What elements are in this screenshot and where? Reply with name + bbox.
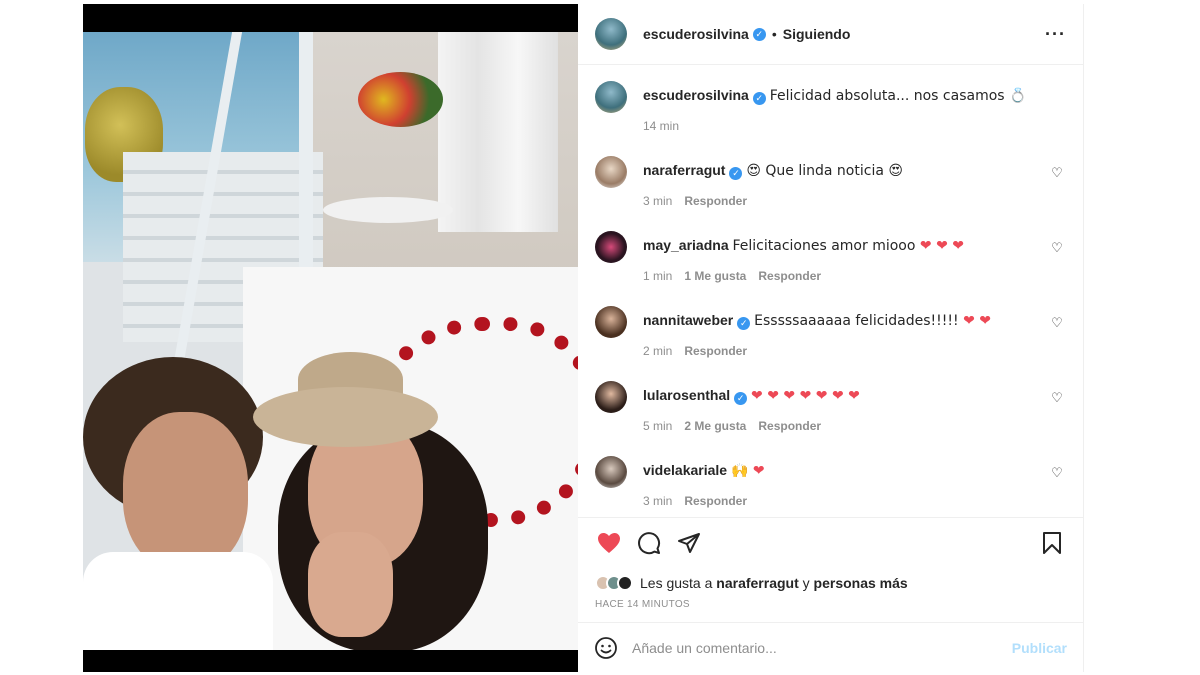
post-photo[interactable] [83,32,578,650]
post-side-panel: escuderosilvina ✓ • Siguiendo ··· escude… [578,4,1084,672]
heart-filled-icon [598,532,620,553]
reply-button[interactable]: Responder [684,344,747,358]
like-comment-heart-icon[interactable]: ♡ [1050,166,1064,180]
comment-row: may_ariadna Felicitaciones amor miooo ❤ … [595,227,1066,302]
publish-button[interactable]: Publicar [1012,640,1067,656]
liker-avatar [617,575,633,591]
reply-button[interactable]: Responder [758,419,821,433]
comment-input[interactable]: Añade un comentario... [632,640,1012,656]
comment-row: lularosenthal ✓ ❤ ❤ ❤ ❤ ❤ ❤ ❤ 5 min 2 Me g… [595,377,1066,452]
comment-time[interactable]: 3 min [643,494,672,508]
photo-hat-brim [253,387,438,447]
comment-username[interactable]: nannitaweber [643,312,733,328]
reply-button[interactable]: Responder [684,494,747,508]
comment-username[interactable]: may_ariadna [643,237,729,253]
comment-row: nannitaweber ✓ Esssssaaaaaa felicidades!!… [595,302,1066,377]
photo-curtain [438,32,558,232]
likes-others-link[interactable]: personas más [814,575,908,591]
reply-button[interactable]: Responder [758,269,821,283]
comment-likes-count[interactable]: 1 Me gusta [684,269,746,283]
photo-man-face [123,412,248,572]
bookmark-icon [1043,531,1061,554]
comment-username[interactable]: naraferragut [643,162,725,178]
verified-badge-icon: ✓ [734,392,748,405]
comment-text: Esssssaaaaaa felicidades!!!!! ❤ ❤ [754,313,991,329]
like-comment-heart-icon[interactable]: ♡ [1050,466,1064,480]
comment-avatar[interactable] [595,231,627,263]
photo-flowers [358,72,443,127]
comment-text: Felicitaciones amor miooo ❤ ❤ ❤ [732,238,965,254]
comment-username[interactable]: videlakariale [643,462,727,478]
author-avatar[interactable] [595,18,627,50]
separator-dot: • [771,26,777,42]
share-button[interactable] [674,528,704,558]
photo-table [323,197,453,223]
likes-user-link[interactable]: naraferragut [716,575,798,591]
comment-avatar[interactable] [595,306,627,338]
post-image-frame [83,4,578,672]
post-header: escuderosilvina ✓ • Siguiendo ··· [578,4,1083,65]
like-comment-heart-icon[interactable]: ♡ [1050,241,1064,255]
verified-badge-icon: ✓ [752,92,766,105]
emoji-smiley-icon[interactable] [594,636,618,660]
comment-username[interactable]: lularosenthal [643,387,730,403]
comment-avatar[interactable] [595,156,627,188]
post-actions-bar [578,517,1083,567]
like-comment-heart-icon[interactable]: ♡ [1050,316,1064,330]
likes-connector: y [802,575,810,591]
caption-username[interactable]: escuderosilvina [643,87,749,103]
comment-avatar[interactable] [595,456,627,488]
comments-list[interactable]: escuderosilvina ✓ Felicidad absoluta... n… [578,65,1083,517]
author-username[interactable]: escuderosilvina [643,26,749,42]
more-options-icon[interactable]: ··· [1045,24,1066,45]
verified-badge-icon: ✓ [737,317,751,330]
comment-text: ❤ ❤ ❤ ❤ ❤ ❤ ❤ [751,388,860,404]
like-comment-heart-icon[interactable]: ♡ [1050,391,1064,405]
verified-badge-icon: ✓ [752,27,766,41]
photo-hand-with-ring [308,532,393,637]
comment-text: 🙌 ❤ [730,463,765,479]
save-button[interactable] [1037,528,1067,558]
caption-row: escuderosilvina ✓ Felicidad absoluta... n… [595,77,1066,152]
likes-prefix: Les gusta a [640,575,713,591]
caption-text: Felicidad absoluta... nos casamos 💍 [769,88,1027,104]
comment-time[interactable]: 1 min [643,269,672,283]
like-button[interactable] [594,528,624,558]
comment-row: naraferragut ✓ 😍 Que linda noticia 😍 3 mi… [595,152,1066,227]
comment-bubble-icon [638,531,661,554]
caption-time[interactable]: 14 min [643,119,679,133]
following-button[interactable]: Siguiendo [783,26,851,42]
comment-time[interactable]: 3 min [643,194,672,208]
comment-text: 😍 Que linda noticia 😍 [746,163,903,179]
paper-plane-icon [678,532,700,553]
likes-summary: Les gusta a naraferragut y personas más [578,567,1083,599]
comment-avatar[interactable] [595,381,627,413]
comment-time[interactable]: 5 min [643,419,672,433]
comment-likes-count[interactable]: 2 Me gusta [684,419,746,433]
comment-row: videlakariale 🙌 ❤ 3 min Responder ♡ [595,452,1066,517]
comment-time[interactable]: 2 min [643,344,672,358]
verified-badge-icon: ✓ [729,167,743,180]
add-comment-bar: Añade un comentario... Publicar [578,622,1083,672]
photo-man-shirt [83,552,273,650]
comment-button[interactable] [634,528,664,558]
reply-button[interactable]: Responder [684,194,747,208]
caption-avatar[interactable] [595,81,627,113]
